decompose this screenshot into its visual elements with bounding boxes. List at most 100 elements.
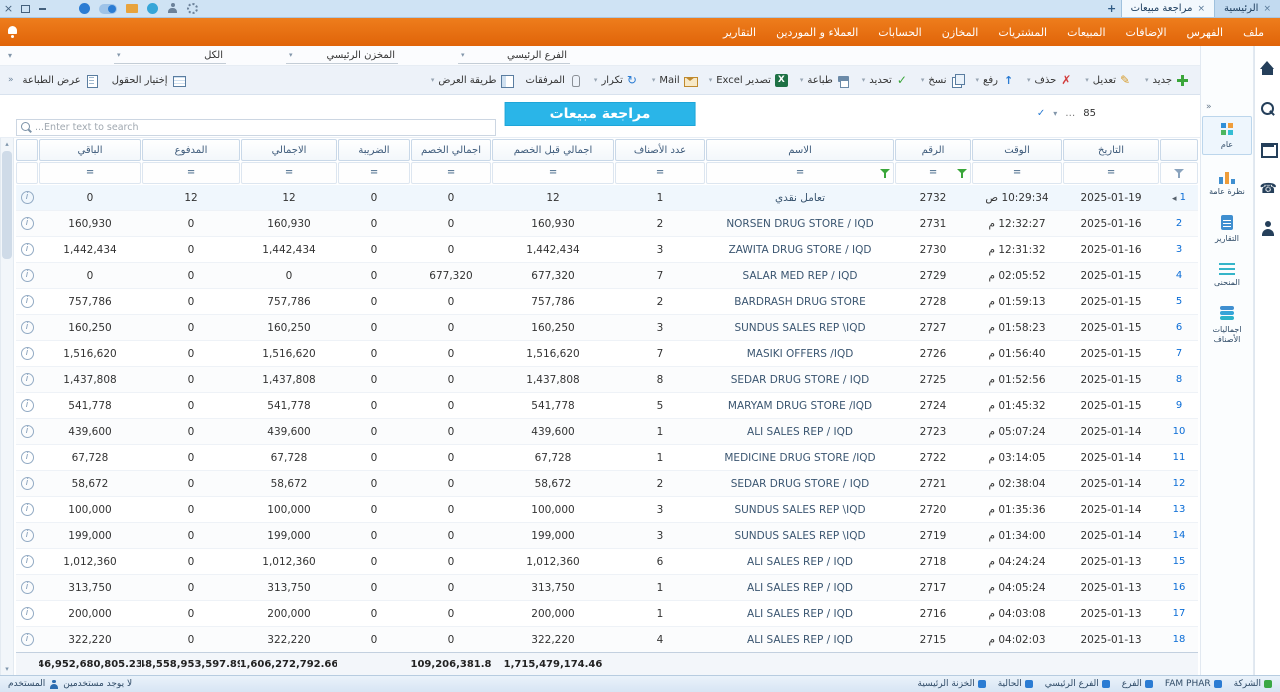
- table-row[interactable]: 132025-01-1401:35:36 م2720SUNDUS SALES R…: [16, 497, 1198, 523]
- filter-cell-info[interactable]: [16, 162, 38, 184]
- scope-combo-2[interactable]: الكل: [114, 48, 226, 64]
- row-number[interactable]: 16: [1173, 582, 1186, 593]
- row-number[interactable]: 18: [1173, 634, 1186, 645]
- column-header-total[interactable]: الاجمالي: [241, 139, 337, 161]
- row-number[interactable]: 4: [1176, 270, 1182, 281]
- table-row[interactable]: 32025-01-1612:31:32 م2730ZAWITA DRUG STO…: [16, 237, 1198, 263]
- column-header-rownum[interactable]: [1160, 139, 1198, 161]
- ellipsis-icon[interactable]: [1065, 108, 1075, 119]
- filter-operator-icon[interactable]: =: [187, 168, 195, 178]
- column-header-date[interactable]: التاريخ: [1063, 139, 1159, 161]
- status-item-5[interactable]: الخزنة الرئيسية: [918, 679, 986, 689]
- scroll-down-arrow[interactable]: [1, 663, 13, 675]
- info-icon[interactable]: [21, 529, 34, 542]
- menu-item-0[interactable]: ملف: [1233, 18, 1274, 46]
- status-item-4[interactable]: الحالية: [998, 679, 1033, 689]
- search-icon[interactable]: [20, 121, 33, 134]
- filter-cell-name[interactable]: =: [706, 162, 894, 184]
- filter-operator-icon[interactable]: =: [285, 168, 293, 178]
- row-number[interactable]: 9: [1176, 400, 1182, 411]
- toolbar-pencil-button[interactable]: تعديل: [1079, 69, 1139, 91]
- filter-operator-icon[interactable]: =: [656, 168, 664, 178]
- filter-cell-num[interactable]: =: [895, 162, 971, 184]
- sidebar-collapse-icon[interactable]: [1201, 102, 1217, 112]
- window-minimize-button[interactable]: [34, 0, 51, 17]
- row-number[interactable]: 10: [1173, 426, 1186, 437]
- info-icon[interactable]: [21, 217, 34, 230]
- filter-cell-tax[interactable]: =: [338, 162, 410, 184]
- close-tab-icon[interactable]: [1263, 3, 1271, 14]
- search-input[interactable]: [35, 122, 492, 133]
- toolbar-clip-button[interactable]: المرفقات: [519, 69, 587, 91]
- info-icon[interactable]: [21, 581, 34, 594]
- row-number[interactable]: 11: [1173, 452, 1186, 463]
- table-row[interactable]: 152025-01-1304:24:24 م2718ALI SALES REP …: [16, 549, 1198, 575]
- table-row[interactable]: 12025-01-1910:29:34 ص2732تعامل نقدي11200…: [16, 185, 1198, 211]
- column-header-disc[interactable]: اجمالي الخصم: [411, 139, 491, 161]
- column-header-remain[interactable]: الباقي: [39, 139, 141, 161]
- info-icon[interactable]: [21, 399, 34, 412]
- row-number[interactable]: 3: [1176, 244, 1182, 255]
- info-icon[interactable]: [21, 555, 34, 568]
- sidebar-item-4[interactable]: اجماليات الأصناف: [1202, 302, 1252, 350]
- table-row[interactable]: 42025-01-1502:05:52 م2729SALAR MED REP /…: [16, 263, 1198, 289]
- menu-item-5[interactable]: المخازن: [932, 18, 989, 46]
- table-row[interactable]: 172025-01-1304:03:08 م2716ALI SALES REP …: [16, 601, 1198, 627]
- strip-phone-button[interactable]: [1259, 180, 1277, 198]
- info-icon[interactable]: [21, 347, 34, 360]
- column-header-name[interactable]: الاسم: [706, 139, 894, 161]
- strip-search-button[interactable]: [1259, 100, 1277, 118]
- status-item-0[interactable]: الشركة: [1234, 679, 1272, 689]
- scrollbar-thumb[interactable]: [2, 151, 12, 259]
- filter-cell-before[interactable]: =: [492, 162, 614, 184]
- filter-funnel-icon[interactable]: [1173, 167, 1186, 180]
- filter-operator-icon[interactable]: =: [447, 168, 455, 178]
- toolbar-excel-button[interactable]: تصدير Excel: [703, 69, 794, 91]
- toolbar-layout-button[interactable]: طريقة العرض: [425, 69, 520, 91]
- filter-cell-rownum[interactable]: [1160, 162, 1198, 184]
- messenger-icon[interactable]: [79, 3, 90, 14]
- info-icon[interactable]: [21, 633, 34, 646]
- row-number[interactable]: 5: [1176, 296, 1182, 307]
- toggle-switch[interactable]: [99, 4, 117, 14]
- table-row[interactable]: 72025-01-1501:56:40 م2726MASIKI OFFERS /…: [16, 341, 1198, 367]
- user-button[interactable]: المستخدم: [8, 679, 58, 689]
- table-row[interactable]: 82025-01-1501:52:56 م2725SEDAR DRUG STOR…: [16, 367, 1198, 393]
- row-number[interactable]: 8: [1176, 374, 1182, 385]
- toolbar-repeat-button[interactable]: تكرار: [588, 69, 646, 91]
- row-number[interactable]: 15: [1173, 556, 1186, 567]
- vertical-scrollbar[interactable]: [0, 138, 14, 675]
- table-row[interactable]: 22025-01-1612:32:27 م2731NORSEN DRUG STO…: [16, 211, 1198, 237]
- status-item-3[interactable]: الفرع الرئيسي: [1045, 679, 1110, 689]
- new-tab-button[interactable]: +: [1103, 0, 1121, 17]
- table-row[interactable]: 182025-01-1304:02:03 م2715ALI SALES REP …: [16, 627, 1198, 652]
- table-row[interactable]: 162025-01-1304:05:24 م2717ALI SALES REP …: [16, 575, 1198, 601]
- table-row[interactable]: 142025-01-1401:34:00 م2719SUNDUS SALES R…: [16, 523, 1198, 549]
- table-row[interactable]: 102025-01-1405:07:24 م2723ALI SALES REP …: [16, 419, 1198, 445]
- window-close-button[interactable]: [0, 0, 17, 17]
- sidebar-item-1[interactable]: نظرة عامة: [1202, 164, 1252, 201]
- toolbar-mail-button[interactable]: Mail: [646, 69, 703, 91]
- info-icon[interactable]: [21, 477, 34, 490]
- status-item-2[interactable]: الفرع: [1122, 679, 1153, 689]
- info-icon[interactable]: [21, 425, 34, 438]
- status-item-1[interactable]: FAM PHAR: [1165, 679, 1222, 689]
- sidebar-item-3[interactable]: المنحنى: [1202, 257, 1252, 292]
- toolbar-plus-button[interactable]: جديد: [1139, 69, 1195, 91]
- column-header-before[interactable]: اجمالي قبل الخصم: [492, 139, 614, 161]
- info-icon[interactable]: [21, 451, 34, 464]
- chat-icon[interactable]: [147, 3, 158, 14]
- row-number[interactable]: 2: [1176, 218, 1182, 229]
- tab-sales-review[interactable]: مراجعة مبيعات: [1121, 0, 1215, 17]
- tab-home[interactable]: الرئيسية: [1215, 0, 1280, 17]
- gear-icon[interactable]: [187, 3, 198, 14]
- chevron-down-icon[interactable]: [8, 51, 12, 60]
- filter-cell-date[interactable]: =: [1063, 162, 1159, 184]
- sidebar-item-2[interactable]: التقارير: [1202, 211, 1252, 248]
- menu-item-2[interactable]: الإضافات: [1116, 18, 1177, 46]
- filter-operator-icon[interactable]: =: [370, 168, 378, 178]
- toolbar-overflow-icon[interactable]: [5, 75, 17, 85]
- filter-cell-remain[interactable]: =: [39, 162, 141, 184]
- row-number[interactable]: 13: [1173, 504, 1186, 515]
- menu-item-4[interactable]: المشتريات: [988, 18, 1057, 46]
